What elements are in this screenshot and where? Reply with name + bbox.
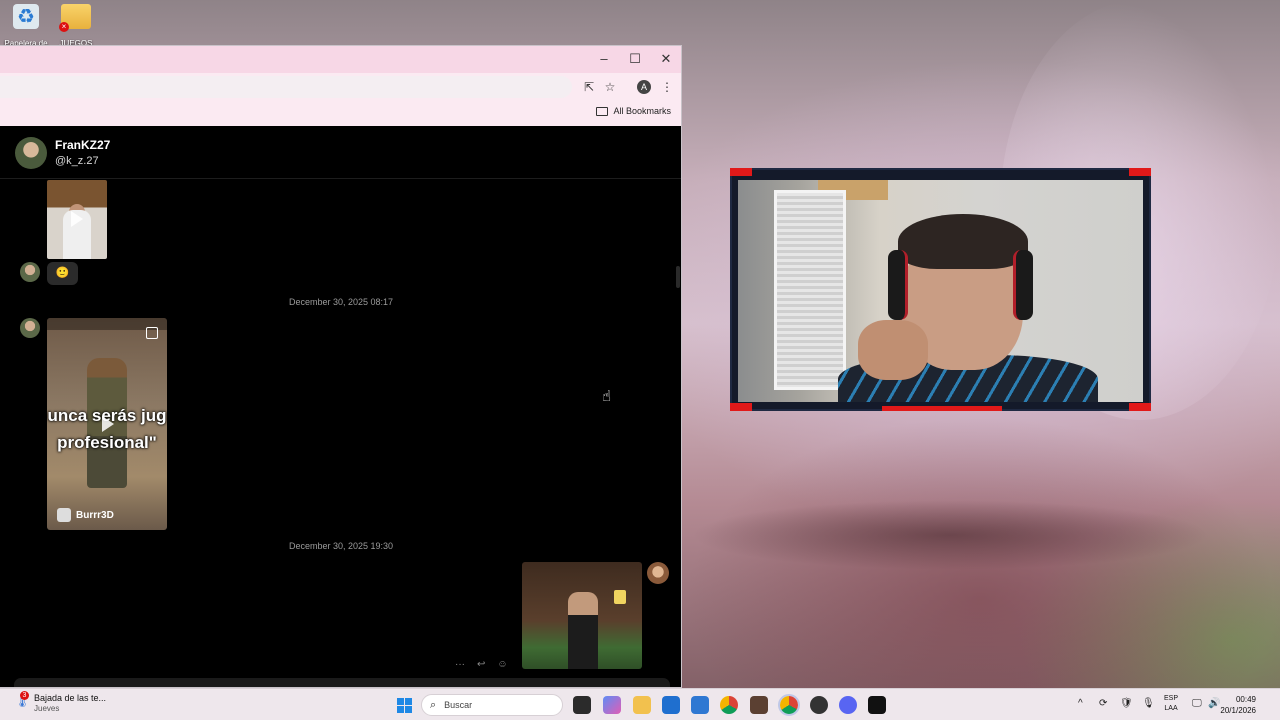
chrome-profile-icon[interactable] — [778, 694, 800, 716]
security-icon[interactable]: 🛡 — [1120, 698, 1133, 709]
desktop-icon-juegos[interactable]: × JUEGOS — [50, 4, 102, 48]
message-actions: ··· ↩ ☺ — [455, 659, 508, 670]
system-clock[interactable]: 00:49 20/1/2026 — [1220, 694, 1256, 716]
scrollbar-thumb[interactable] — [676, 266, 680, 288]
minimize-button[interactable]: – — [593, 49, 615, 69]
browser-window: – ☐ ✕ ⇱ ☆ A ⋮ All Bookmarks FranKZ27 @k_… — [0, 45, 682, 688]
search-icon: ⌕ — [430, 698, 437, 711]
search-placeholder: Buscar — [444, 700, 473, 710]
video-caption-line: profesional" — [57, 433, 157, 452]
headset-right — [1013, 250, 1033, 320]
sender-avatar[interactable] — [20, 318, 40, 338]
all-bookmarks-button[interactable]: All Bookmarks — [596, 106, 671, 116]
video-thumbnail-sent[interactable] — [522, 562, 642, 669]
frame-corner — [1129, 403, 1151, 411]
game-app-icon[interactable] — [750, 696, 768, 714]
frame-corner — [730, 168, 752, 176]
desktop-icon-recycle-bin[interactable]: ♻ Papelera de — [0, 4, 52, 48]
webcam-hair — [898, 214, 1028, 269]
frame-corner — [730, 403, 752, 411]
close-button[interactable]: ✕ — [655, 49, 677, 69]
epic-games-icon[interactable] — [868, 696, 886, 714]
address-bar[interactable] — [0, 76, 572, 98]
sync-icon[interactable]: ⟳ — [1099, 698, 1107, 709]
contact-avatar[interactable] — [15, 137, 47, 169]
webcam-window-shutter — [774, 190, 846, 390]
title-bar[interactable]: – ☐ ✕ — [0, 46, 681, 73]
contact-name[interactable]: FranKZ27 — [55, 138, 110, 152]
chrome-icon[interactable] — [720, 696, 738, 714]
error-badge-icon: × — [59, 22, 69, 33]
tray-overflow-icon[interactable]: ^ — [1078, 698, 1083, 709]
bookmark-star-icon[interactable]: ☆ — [601, 78, 619, 96]
bookmark-folder-icon — [596, 106, 609, 116]
obs-icon[interactable] — [810, 696, 828, 714]
clock-time: 00:49 — [1235, 695, 1256, 704]
chat-panel: FranKZ27 @k_z.27 🙂 December 30, 2025 08:… — [0, 126, 681, 687]
task-view-icon[interactable] — [573, 696, 591, 714]
keyboard-layout: LAA — [1164, 705, 1178, 712]
video-author[interactable]: Burrr3D — [57, 508, 114, 522]
language-indicator[interactable]: ESP LAA — [1164, 694, 1178, 714]
emoji-message[interactable]: 🙂 — [47, 262, 78, 285]
taskbar-search[interactable]: ⌕ Buscar — [421, 694, 563, 716]
clock-date: 20/1/2026 — [1220, 706, 1256, 715]
thumbnail-person — [568, 592, 598, 669]
sender-avatar[interactable] — [20, 262, 40, 282]
menu-kebab-icon[interactable]: ⋮ — [658, 78, 676, 96]
thumbnail-lamp — [614, 590, 626, 604]
author-avatar — [57, 508, 71, 522]
chat-header[interactable]: FranKZ27 @k_z.27 — [0, 126, 681, 179]
hand-cursor-icon: ☝ — [602, 388, 612, 405]
expand-icon[interactable] — [146, 327, 158, 339]
microphone-icon[interactable]: 🎙 — [1142, 698, 1155, 709]
weather-title: Bajada de las te... — [34, 693, 107, 703]
contact-handle: @k_z.27 — [55, 155, 99, 167]
video-thumbnail-shared[interactable]: unca serás jug profesional" Burrr3D — [47, 318, 167, 530]
all-bookmarks-label: All Bookmarks — [613, 106, 671, 116]
play-icon — [102, 416, 114, 432]
network-icon[interactable]: 🖵 — [1192, 698, 1202, 709]
webcam-overlay — [730, 168, 1151, 411]
more-options-icon[interactable]: ··· — [455, 659, 465, 670]
wallpaper-mouth — [690, 500, 1210, 570]
weather-widget[interactable]: 🌡 3 Bajada de las te... Jueves — [14, 691, 107, 713]
browser-toolbar: ⇱ ☆ A ⋮ — [0, 73, 681, 100]
webcam-video — [738, 180, 1143, 402]
notification-badge: 3 — [20, 691, 29, 700]
weather-subtitle: Jueves — [34, 704, 60, 713]
my-avatar[interactable] — [647, 562, 669, 584]
store-icon[interactable] — [662, 696, 680, 714]
message-composer[interactable] — [14, 678, 670, 687]
language-code: ESP — [1164, 695, 1179, 702]
webcam-hand — [858, 320, 928, 380]
install-app-icon[interactable]: ⇱ — [580, 78, 598, 96]
react-emoji-icon[interactable]: ☺ — [497, 659, 507, 670]
folder-icon: × — [59, 4, 91, 33]
date-separator: December 30, 2025 19:30 — [288, 541, 394, 551]
taskbar: 🌡 3 Bajada de las te... Jueves ⌕ Buscar ^… — [0, 688, 1280, 720]
play-icon — [71, 211, 83, 227]
profile-avatar-button[interactable]: A — [637, 80, 651, 94]
outlook-icon[interactable] — [691, 696, 709, 714]
frame-accent-bar — [882, 406, 1002, 411]
video-thumbnail[interactable] — [47, 180, 107, 259]
maximize-button[interactable]: ☐ — [624, 49, 646, 69]
discord-icon[interactable] — [839, 696, 857, 714]
start-button[interactable] — [397, 698, 412, 713]
volume-icon[interactable]: 🔊 — [1208, 698, 1220, 709]
reply-icon[interactable]: ↩ — [477, 659, 485, 670]
weather-icon: 🌡 3 — [14, 691, 31, 708]
copilot-icon[interactable] — [603, 696, 621, 714]
bookmarks-bar: All Bookmarks — [0, 100, 681, 126]
date-separator: December 30, 2025 08:17 — [288, 297, 394, 307]
file-explorer-icon[interactable] — [633, 696, 651, 714]
headset-left — [888, 250, 908, 320]
frame-corner — [1129, 168, 1151, 176]
recycle-bin-icon: ♻ — [13, 4, 39, 30]
author-name: Burrr3D — [76, 509, 114, 521]
